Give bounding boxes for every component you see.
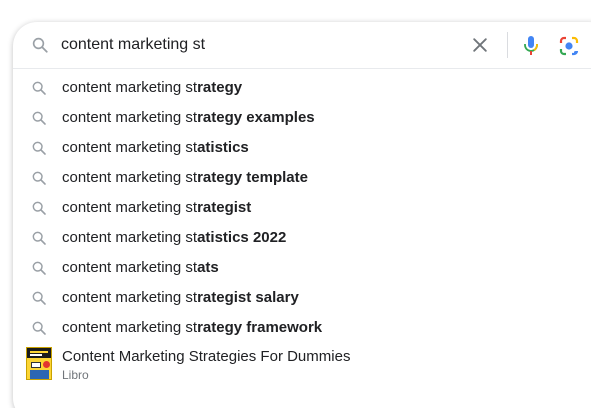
suggestion-text: content marketing statistics [62, 139, 249, 157]
suggestion-completion: rategist salary [197, 289, 299, 306]
suggestion-typed: content marketing st [62, 199, 198, 216]
suggestion-typed: content marketing st [62, 319, 198, 336]
search-suggestions-panel: content marketing strategy content marke… [13, 22, 591, 408]
suggestion-text: content marketing strategy framework [62, 319, 322, 337]
suggestion-text: content marketing strategist salary [62, 289, 299, 307]
search-icon [32, 291, 46, 305]
suggestion-text: content marketing strategy [62, 79, 242, 97]
book-cover-thumbnail [26, 347, 52, 380]
google-lens-camera-icon[interactable] [557, 34, 581, 58]
suggestion-text: content marketing stats [62, 259, 219, 277]
suggestion-completion: ats [197, 259, 219, 276]
suggestion-item[interactable]: content marketing strategy [13, 73, 591, 103]
suggestion-item[interactable]: content marketing strategist salary [13, 283, 591, 313]
entity-title: Content Marketing Strategies For Dummies [62, 348, 351, 365]
suggestion-completion: rategist [197, 199, 252, 216]
suggestion-typed: content marketing st [62, 109, 198, 126]
suggestion-completion: rategy framework [197, 319, 323, 336]
suggestion-item[interactable]: content marketing strategy template [13, 163, 591, 193]
suggestion-text: content marketing strategy examples [62, 109, 315, 127]
suggestion-item[interactable]: content marketing strategy framework [13, 313, 591, 343]
search-bar [13, 22, 591, 68]
suggestion-item[interactable]: content marketing statistics [13, 133, 591, 163]
suggestion-typed: content marketing st [62, 259, 198, 276]
suggestion-completion: atistics 2022 [197, 229, 287, 246]
suggestion-completion: rategy [197, 79, 243, 96]
suggestion-item[interactable]: content marketing strategy examples [13, 103, 591, 133]
search-icon [32, 81, 46, 95]
suggestions-divider [13, 68, 591, 69]
microphone-icon[interactable] [519, 33, 543, 57]
search-icon [32, 141, 46, 155]
suggestion-typed: content marketing st [62, 289, 198, 306]
suggestion-typed: content marketing st [62, 169, 198, 186]
search-icon [32, 321, 46, 335]
divider [507, 32, 508, 58]
suggestion-completion: rategy template [197, 169, 308, 186]
search-icon [32, 171, 46, 185]
entity-suggestion[interactable]: Content Marketing Strategies For Dummies… [13, 343, 591, 383]
close-icon[interactable] [470, 35, 490, 55]
suggestion-text: content marketing strategist [62, 199, 251, 217]
search-icon [32, 201, 46, 215]
search-icon [32, 111, 46, 125]
search-icon [32, 231, 46, 245]
search-icon [32, 37, 48, 53]
suggestion-item[interactable]: content marketing strategist [13, 193, 591, 223]
suggestion-completion: atistics [197, 139, 249, 156]
search-input[interactable] [61, 34, 451, 56]
entity-subtitle: Libro [62, 368, 89, 382]
suggestions-list: content marketing strategy content marke… [13, 73, 591, 343]
suggestion-item[interactable]: content marketing stats [13, 253, 591, 283]
suggestion-typed: content marketing st [62, 139, 198, 156]
suggestion-typed: content marketing st [62, 79, 198, 96]
suggestion-text: content marketing strategy template [62, 169, 308, 187]
search-icon [32, 261, 46, 275]
suggestion-typed: content marketing st [62, 229, 198, 246]
suggestion-text: content marketing statistics 2022 [62, 229, 286, 247]
suggestion-item[interactable]: content marketing statistics 2022 [13, 223, 591, 253]
suggestion-completion: rategy examples [197, 109, 315, 126]
